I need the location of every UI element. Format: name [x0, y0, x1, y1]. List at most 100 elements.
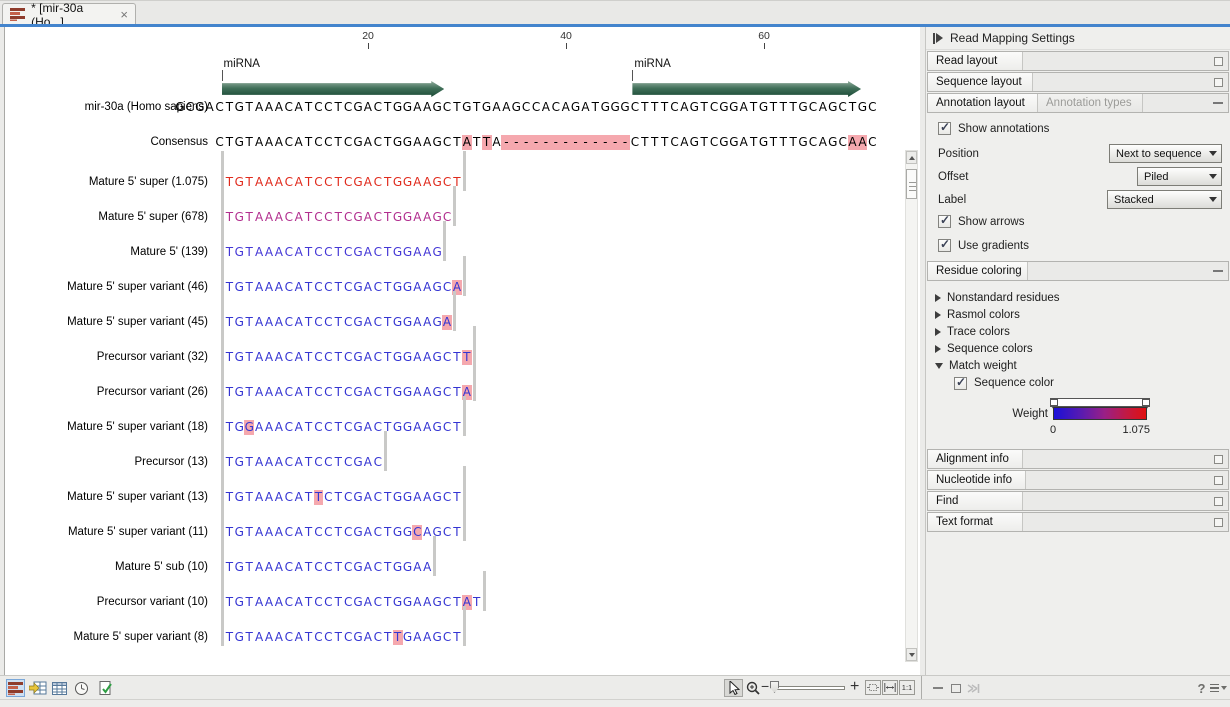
panel-group-label[interactable]: Text format — [928, 513, 1023, 531]
fit-selection-button[interactable] — [865, 680, 881, 695]
offset-dropdown[interactable]: Piled — [1137, 167, 1222, 186]
document-check-icon — [99, 681, 113, 696]
fit-width-button[interactable] — [882, 680, 898, 695]
panel-group-nucleotide-info[interactable]: Nucleotide info — [927, 470, 1229, 490]
panel-group-annotation-layout[interactable]: Annotation layout Annotation types — [927, 93, 1229, 113]
mirna-annotation-arrow[interactable] — [222, 81, 445, 97]
popout-icon[interactable] — [1214, 57, 1223, 66]
residue: C — [373, 525, 383, 540]
popout-icon[interactable] — [1214, 497, 1223, 506]
zoom-slider-track[interactable] — [775, 686, 845, 690]
position-dropdown[interactable]: Next to sequence — [1109, 144, 1222, 163]
weight-slider-handle-max[interactable] — [1142, 399, 1150, 406]
weight-slider-track[interactable] — [1050, 398, 1150, 407]
residue: A — [254, 315, 264, 330]
panel-group-label[interactable]: Read layout — [928, 52, 1023, 70]
consensus-sequence[interactable]: CTGTAAACATCCTCGACTGGAAGCTATTA-----------… — [215, 135, 878, 150]
scroll-down-button[interactable] — [906, 648, 917, 661]
table-view-button[interactable] — [50, 679, 69, 697]
collapse-side-panel-button[interactable] — [928, 679, 947, 697]
read-sequence[interactable]: TGTAAACATTCTCGACTGGAAGCT — [225, 490, 462, 505]
collapse-panel-icon[interactable] — [933, 33, 943, 44]
zoom-in-button[interactable]: + — [850, 678, 859, 696]
residue: G — [432, 385, 442, 400]
panel-menu-button[interactable] — [1209, 679, 1228, 697]
vertical-scrollbar[interactable] — [905, 150, 918, 662]
panel-group-find[interactable]: Find — [927, 491, 1229, 511]
residue: C — [343, 315, 353, 330]
residue: G — [432, 350, 442, 365]
residue: A — [363, 210, 373, 225]
show-annotations-checkbox[interactable] — [938, 122, 951, 135]
open-table-button[interactable] — [28, 679, 47, 697]
panel-group-alignment-info[interactable]: Alignment info — [927, 449, 1229, 469]
tree-item-label: Nonstandard residues — [947, 292, 1060, 304]
tree-item-rasmol-colors[interactable]: Rasmol colors — [926, 306, 1230, 323]
panel-group-label[interactable]: Alignment info — [928, 450, 1023, 468]
selection-tool-button[interactable] — [724, 679, 743, 697]
history-view-button[interactable] — [72, 679, 91, 697]
minimize-icon[interactable] — [1213, 270, 1223, 272]
dock-side-panel-button[interactable] — [964, 679, 983, 697]
residue: A — [422, 280, 432, 295]
panel-group-label[interactable]: Residue coloring — [928, 262, 1028, 280]
zoom-out-button[interactable]: − — [761, 678, 769, 694]
read-sequence[interactable]: TGTAAACATCCTCGACTGGAA — [225, 560, 433, 575]
read-sequence[interactable]: TGTAAACATCCTCGACTGGAAGCTA — [225, 385, 472, 400]
residue: G — [353, 175, 363, 190]
read-sequence[interactable]: TGTAAACATCCTCGACTTGAAGCT — [225, 630, 462, 645]
weight-slider-handle-min[interactable] — [1050, 399, 1058, 406]
zoom-slider-handle[interactable] — [770, 681, 779, 693]
panel-group-label[interactable]: Sequence layout — [928, 73, 1033, 91]
use-gradients-checkbox[interactable] — [938, 239, 951, 252]
tab-close-button[interactable]: × — [120, 8, 128, 21]
scrollbar-thumb[interactable] — [906, 169, 917, 199]
mirna-annotation-arrow[interactable] — [632, 81, 861, 97]
read-sequence[interactable]: TGTAAACATCCTCGACTGGAAGCTAT — [225, 595, 482, 610]
reference-sequence[interactable]: GCGACTGTAAACATCCTCGACTGGAAGCTGTGAAGCCACA… — [175, 100, 877, 115]
document-tab[interactable]: * [mir-30a (Ho...] × — [2, 3, 136, 25]
panel-group-read-layout[interactable]: Read layout — [927, 51, 1229, 71]
scroll-up-button[interactable] — [906, 151, 917, 164]
read-sequence[interactable]: TGTAAACATCCTCGACTGGAAGCTT — [225, 350, 472, 365]
label-dropdown[interactable]: Stacked — [1107, 190, 1222, 209]
sequence-color-checkbox[interactable] — [954, 377, 967, 390]
tree-item-sequence-colors[interactable]: Sequence colors — [926, 340, 1230, 357]
popout-icon[interactable] — [1214, 78, 1223, 87]
read-sequence[interactable]: TGTAAACATCCTCGACTGGAAGA — [225, 315, 452, 330]
zoom-100-button[interactable]: 1:1 — [899, 680, 915, 695]
read-sequence[interactable]: TGTAAACATCCTCGACTGGCAGCT — [225, 525, 462, 540]
restore-icon — [951, 684, 961, 693]
tree-item-trace-colors[interactable]: Trace colors — [926, 323, 1230, 340]
read-sequence[interactable]: TGTAAACATCCTCGACTGGAAGCA — [225, 280, 462, 295]
popout-icon[interactable] — [1214, 476, 1223, 485]
tree-item-match-weight[interactable]: Match weight — [926, 357, 1230, 374]
panel-group-label[interactable]: Find — [928, 492, 1023, 510]
element-info-button[interactable] — [96, 679, 115, 697]
read-sequence[interactable]: TGTAAACATCCTCGACTGGAAGC — [225, 210, 452, 225]
residue: C — [373, 245, 383, 260]
popout-icon[interactable] — [1214, 518, 1223, 527]
panel-group-text-format[interactable]: Text format — [927, 512, 1229, 532]
residue-coloring-content: Nonstandard residues Rasmol colors Trace… — [926, 281, 1230, 448]
minimize-icon[interactable] — [1213, 102, 1223, 104]
read-sequence[interactable]: TGTAAACATCCTCGACTGGAAG — [225, 245, 443, 260]
view-mapping-button[interactable] — [6, 679, 25, 697]
tab-annotation-layout[interactable]: Annotation layout — [928, 94, 1038, 112]
residue: A — [541, 100, 551, 115]
residue: C — [284, 525, 294, 540]
tab-annotation-types[interactable]: Annotation types — [1038, 94, 1143, 112]
read-sequence[interactable]: TGTAAACATCCTCGAC — [225, 455, 383, 470]
alignment-view[interactable]: 204060miRNAmiRNAmir-30a (Homo sapiens)GC… — [4, 27, 920, 675]
panel-group-sequence-layout[interactable]: Sequence layout — [927, 72, 1229, 92]
panel-group-residue-coloring[interactable]: Residue coloring — [927, 261, 1229, 281]
show-arrows-checkbox[interactable] — [938, 215, 951, 228]
read-sequence[interactable]: TGTAAACATCCTCGACTGGAAGCT — [225, 175, 462, 190]
residue: C — [284, 100, 294, 115]
read-sequence[interactable]: TGGAAACATCCTCGACTGGAAGCT — [225, 420, 462, 435]
residue: C — [442, 280, 452, 295]
popout-icon[interactable] — [1214, 455, 1223, 464]
expand-side-panel-button[interactable] — [946, 679, 965, 697]
panel-group-label[interactable]: Nucleotide info — [928, 471, 1026, 489]
tree-item-nonstandard-residues[interactable]: Nonstandard residues — [926, 289, 1230, 306]
